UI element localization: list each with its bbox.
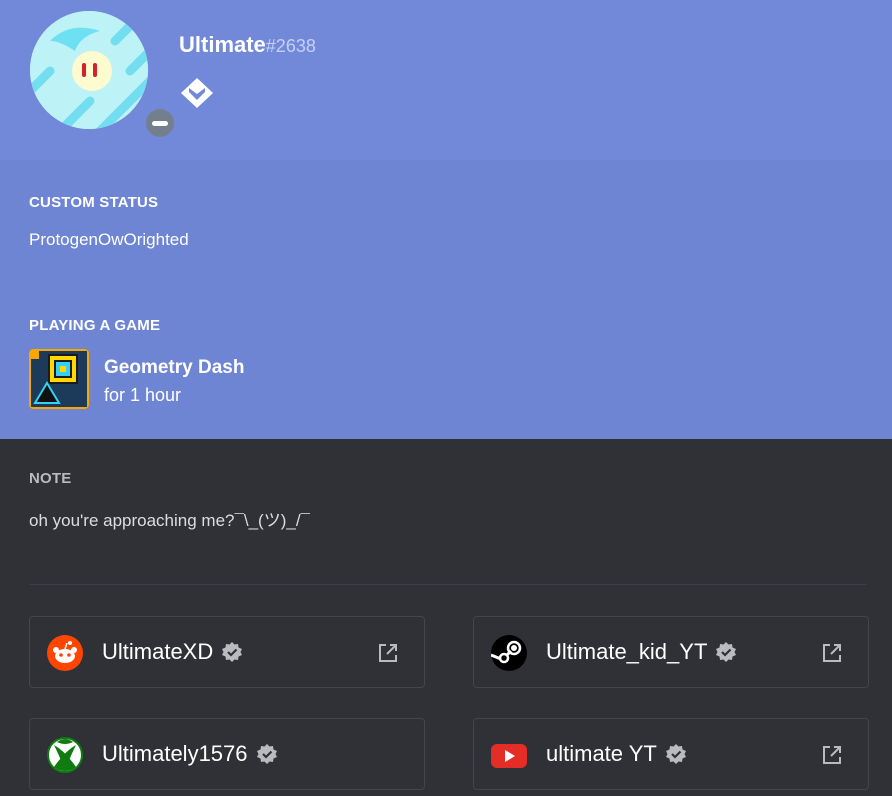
connected-account-steam: Ultimate_kid_YT [473, 616, 869, 688]
account-name: Ultimate_kid_YT [546, 639, 737, 665]
xbox-icon [47, 737, 83, 773]
avatar[interactable] [30, 11, 180, 143]
note-title: NOTE [29, 470, 72, 487]
external-link-icon[interactable] [820, 641, 844, 665]
playing-title: PLAYING A GAME [29, 317, 161, 334]
discriminator: #2638 [265, 36, 316, 56]
divider [29, 584, 867, 585]
username-line: Ultimate #2638 [179, 32, 316, 62]
verified-icon [715, 641, 737, 663]
note-input[interactable]: oh you're approaching me?¯\_(ツ)_/¯ [29, 506, 310, 531]
geometry-dash-icon [29, 349, 89, 409]
connected-account-reddit: UltimateXD [29, 616, 425, 688]
custom-status-title: CUSTOM STATUS [29, 194, 159, 211]
steam-icon [490, 635, 527, 671]
account-name: ultimate YT [546, 741, 687, 767]
status-indicator [140, 103, 180, 143]
external-link-icon[interactable] [376, 641, 400, 665]
connected-account-xbox: Ultimately1576 [29, 718, 425, 790]
profile-header: Ultimate #2638 [0, 0, 892, 160]
verified-icon [665, 743, 687, 765]
verified-icon [221, 641, 243, 663]
verified-icon [256, 743, 278, 765]
activity-section: CUSTOM STATUS ProtogenOwOrighted PLAYING… [0, 160, 892, 439]
external-link-icon[interactable] [820, 743, 844, 767]
youtube-icon [491, 737, 527, 773]
connected-account-youtube: ultimate YT [473, 718, 869, 790]
game-name: Geometry Dash [104, 357, 245, 378]
username[interactable]: Ultimate [179, 32, 266, 58]
custom-status-text: ProtogenOwOrighted [29, 230, 189, 249]
reddit-icon [47, 635, 83, 671]
avatar-image [30, 11, 148, 129]
game-duration: for 1 hour [104, 385, 182, 405]
account-name: UltimateXD [102, 639, 243, 665]
dnd-status-icon [146, 109, 174, 137]
hypesquad-icon[interactable] [179, 76, 215, 110]
account-name: Ultimately1576 [102, 741, 278, 767]
